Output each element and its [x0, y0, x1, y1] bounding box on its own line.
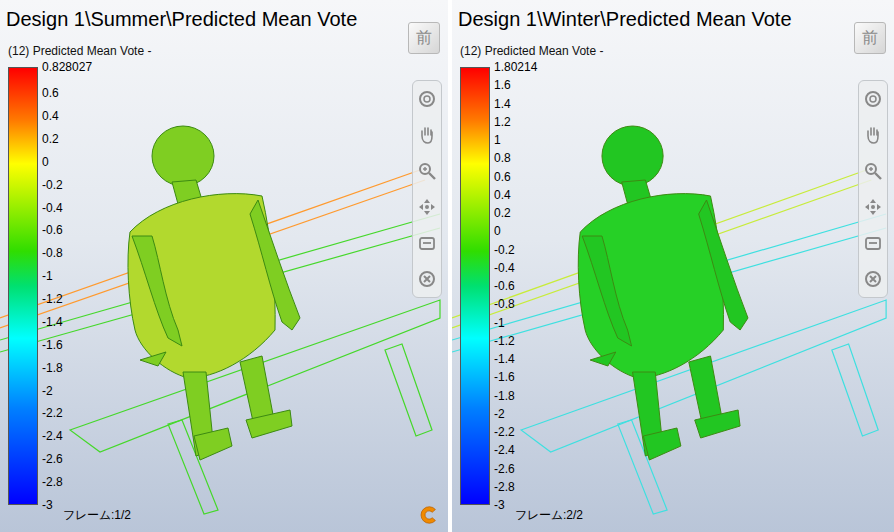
legend-max-label: 0.828027 — [42, 60, 92, 74]
legend-tick: 0.6 — [494, 170, 511, 184]
frame-label: フレーム:2/2 — [515, 508, 894, 522]
legend-tick: 0.2 — [42, 132, 59, 146]
legend-title: (12) Predicted Mean Vote - — [0, 44, 448, 58]
pan-hand-icon[interactable] — [417, 125, 437, 145]
viewer: Design 1\Summer\Predicted Mean Vote (12) … — [0, 0, 894, 532]
legend-tick: 1.2 — [494, 115, 511, 129]
legend-tick: -1.2 — [42, 292, 63, 306]
close-view-icon[interactable] — [863, 269, 883, 289]
fit-view-icon[interactable] — [863, 233, 883, 253]
orbit-icon[interactable] — [417, 89, 437, 109]
colorbar — [8, 67, 38, 505]
scene-canvas[interactable] — [0, 0, 448, 532]
legend-tick: -0.4 — [494, 261, 515, 275]
legend-tick: -1.6 — [494, 370, 515, 384]
legend-tick: 0 — [494, 224, 501, 238]
legend-tick: -1.4 — [42, 315, 63, 329]
app-logo-icon — [418, 504, 440, 526]
legend-tick: -3 — [494, 498, 505, 512]
legend-tick: -2.8 — [494, 480, 515, 494]
legend-tick: -2.6 — [494, 462, 515, 476]
frame-label: フレーム:1/2 — [63, 508, 448, 522]
legend-tick: -1.8 — [42, 361, 63, 375]
legend-tick: -2.6 — [42, 452, 63, 466]
legend-tick: 0.6 — [42, 86, 59, 100]
move-icon[interactable] — [863, 197, 883, 217]
legend-tick: 0 — [42, 155, 49, 169]
legend-tick: 0.8 — [494, 151, 511, 165]
legend-tick: -1.6 — [42, 338, 63, 352]
legend-tick: -0.2 — [494, 243, 515, 257]
navigation-toolbar — [858, 80, 888, 298]
legend-tick: -2.8 — [42, 475, 63, 489]
zoom-icon[interactable] — [863, 161, 883, 181]
legend-tick: -2.2 — [494, 425, 515, 439]
orbit-icon[interactable] — [863, 89, 883, 109]
legend-tick: -1 — [42, 269, 53, 283]
legend-tick: -0.8 — [42, 246, 63, 260]
close-view-icon[interactable] — [417, 269, 437, 289]
viewport-panel[interactable]: Design 1\Summer\Predicted Mean Vote (12) … — [0, 0, 448, 532]
color-legend: 0.8280270.60.40.20-0.2-0.4-0.6-0.8-1-1.2… — [8, 67, 98, 505]
legend-tick: -1.2 — [494, 334, 515, 348]
legend-tick: -2 — [42, 384, 53, 398]
move-icon[interactable] — [417, 197, 437, 217]
legend-tick: -3 — [42, 498, 53, 512]
legend-tick: -1 — [494, 316, 505, 330]
legend-tick: 1 — [494, 133, 501, 147]
legend-tick: 0.4 — [42, 109, 59, 123]
fit-view-icon[interactable] — [417, 233, 437, 253]
legend-tick: -2.2 — [42, 406, 63, 420]
human-figure-icon — [128, 126, 300, 460]
bench-wireframe-icon — [0, 170, 440, 514]
legend-tick: -2.4 — [494, 443, 515, 457]
legend-tick: -2.4 — [42, 429, 63, 443]
legend-tick: 1.4 — [494, 97, 511, 111]
legend-tick: 0.4 — [494, 188, 511, 202]
legend-max-label: 1.80214 — [494, 60, 537, 74]
legend-tick: -2 — [494, 407, 505, 421]
navigation-toolbar — [412, 80, 442, 298]
zoom-icon[interactable] — [417, 161, 437, 181]
legend-tick: 0.2 — [494, 206, 511, 220]
legend-tick: -0.2 — [42, 178, 63, 192]
legend-title: (12) Predicted Mean Vote - — [452, 44, 894, 58]
view-title: Design 1\Summer\Predicted Mean Vote — [0, 0, 448, 32]
human-figure-icon — [578, 126, 748, 460]
legend-tick: 1.6 — [494, 78, 511, 92]
view-cube[interactable]: 前 — [854, 22, 886, 54]
colorbar — [460, 67, 490, 505]
bench-wireframe-icon — [452, 170, 886, 514]
legend-tick: -0.8 — [494, 297, 515, 311]
legend-tick: -0.6 — [42, 223, 63, 237]
legend-tick: -0.6 — [494, 279, 515, 293]
view-title: Design 1\Winter\Predicted Mean Vote — [452, 0, 894, 32]
view-cube[interactable]: 前 — [408, 22, 440, 54]
viewport-panel[interactable]: Design 1\Winter\Predicted Mean Vote (12) … — [452, 0, 894, 532]
scene-canvas[interactable] — [452, 0, 894, 532]
pan-hand-icon[interactable] — [863, 125, 883, 145]
legend-tick: -0.4 — [42, 201, 63, 215]
color-legend: 1.802141.61.41.210.80.60.40.20-0.2-0.4-0… — [460, 67, 550, 505]
legend-tick: -1.4 — [494, 352, 515, 366]
legend-tick: -1.8 — [494, 389, 515, 403]
